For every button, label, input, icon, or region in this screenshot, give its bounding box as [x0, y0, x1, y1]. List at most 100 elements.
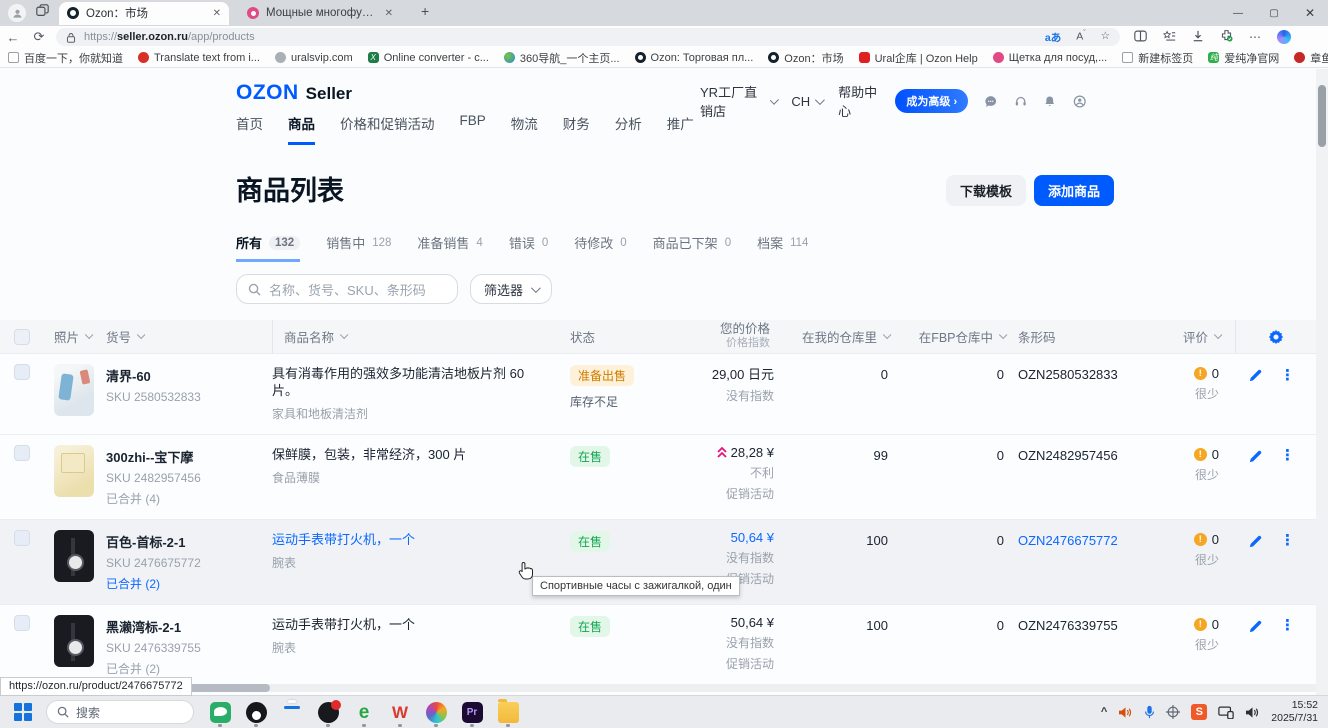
- notifications-bell-icon[interactable]: [1043, 93, 1056, 110]
- lock-icon[interactable]: [66, 32, 76, 43]
- edit-pencil-icon[interactable]: [1248, 368, 1263, 383]
- bookmark-item[interactable]: Translate text from i...: [138, 52, 260, 64]
- nav-prices-promos[interactable]: 价格和促销活动: [340, 113, 435, 145]
- row-checkbox[interactable]: [14, 364, 30, 380]
- filter-tab-archive[interactable]: 档案114: [757, 233, 808, 259]
- bookmark-item[interactable]: Ozon：市场: [768, 50, 843, 66]
- table-row[interactable]: 黑濑湾标-2-1SKU 2476339755已合并 (2) 运动手表带打火机，一…: [0, 604, 1316, 689]
- vertical-scrollbar-thumb[interactable]: [1318, 85, 1326, 147]
- bookmark-item[interactable]: Ozon: Торговая пл...: [635, 52, 754, 64]
- filter-tab-all[interactable]: 所有132: [236, 233, 300, 262]
- taskbar-qq-icon[interactable]: [244, 698, 268, 727]
- window-minimize-button[interactable]: —: [1220, 0, 1256, 26]
- table-settings-gear-icon[interactable]: [1235, 329, 1316, 345]
- account-icon[interactable]: [1073, 93, 1086, 110]
- window-maximize-button[interactable]: ▢: [1256, 0, 1292, 26]
- refresh-icon[interactable]: ⟳: [26, 29, 52, 45]
- column-stock[interactable]: 在我的仓库里: [774, 327, 892, 346]
- taskbar-wechat-icon[interactable]: [208, 698, 232, 727]
- taskbar-file-explorer-icon[interactable]: [496, 698, 520, 727]
- product-name-link[interactable]: 运动手表带打火机，一个: [272, 615, 570, 634]
- filter-tab-selling[interactable]: 销售中128: [326, 233, 391, 259]
- taskbar-clock[interactable]: 15:522025/7/31: [1271, 699, 1318, 725]
- nav-promotion[interactable]: 推广: [667, 113, 694, 145]
- filters-button[interactable]: 筛选器: [470, 274, 552, 304]
- row-menu-icon[interactable]: ⋮: [1280, 619, 1295, 633]
- table-row[interactable]: 300zhi--宝下摩SKU 2482957456已合并 (4) 保鲜膜，包装，…: [0, 434, 1316, 519]
- taskbar-wps-icon[interactable]: W: [388, 698, 412, 727]
- nav-logistics[interactable]: 物流: [511, 113, 538, 145]
- tray-input-method-icon[interactable]: [1166, 705, 1180, 719]
- bookmark-item[interactable]: uralsvip.com: [275, 52, 353, 64]
- taskbar-color-wheel-icon[interactable]: [424, 698, 448, 727]
- back-icon[interactable]: ←: [0, 30, 26, 45]
- add-product-button[interactable]: 添加商品: [1034, 175, 1114, 206]
- bookmark-item[interactable]: 章鱼AI: [1294, 50, 1328, 66]
- product-photo[interactable]: [54, 364, 94, 416]
- nav-products[interactable]: 商品: [288, 113, 315, 145]
- chat-icon[interactable]: [984, 93, 997, 110]
- column-article[interactable]: 货号: [106, 327, 272, 346]
- workspaces-icon[interactable]: [36, 4, 49, 22]
- taskbar-ie-icon[interactable]: e: [352, 698, 376, 727]
- tab-close-icon[interactable]: ✕: [385, 8, 393, 19]
- table-row[interactable]: 清界-60SKU 2580532833 具有消毒作用的强效多功能清洁地板片剂 6…: [0, 353, 1316, 434]
- downloads-icon[interactable]: [1192, 30, 1204, 45]
- translate-icon[interactable]: aあ: [1045, 30, 1061, 45]
- merged-label[interactable]: 已合并 (2): [106, 575, 272, 592]
- row-menu-icon[interactable]: ⋮: [1280, 534, 1295, 548]
- nav-finance[interactable]: 财务: [563, 113, 590, 145]
- product-photo[interactable]: [54, 445, 94, 497]
- browser-tab-active[interactable]: Ozon：市场 ✕: [59, 2, 229, 25]
- row-checkbox[interactable]: [14, 615, 30, 631]
- bookmark-item[interactable]: 新建标签页: [1122, 50, 1193, 66]
- split-screen-icon[interactable]: [1134, 30, 1147, 45]
- row-menu-icon[interactable]: ⋮: [1280, 369, 1295, 383]
- nav-analytics[interactable]: 分析: [615, 113, 642, 145]
- ozon-seller-logo[interactable]: OZONSeller: [236, 81, 352, 105]
- bookmark-item[interactable]: 纯爱纯净官网: [1208, 50, 1279, 66]
- bookmark-item[interactable]: Ural企库 | Ozon Help: [859, 50, 978, 66]
- tray-volume-icon[interactable]: [1118, 706, 1133, 719]
- column-name[interactable]: 商品名称: [272, 327, 570, 346]
- vertical-scrollbar[interactable]: [1316, 69, 1328, 695]
- column-fbp[interactable]: 在FBP仓库中: [892, 327, 1008, 346]
- filter-tab-unlisted[interactable]: 商品已下架0: [653, 233, 731, 259]
- filter-tab-errors[interactable]: 错误0: [509, 233, 548, 259]
- price-value[interactable]: 50,64 ¥: [702, 530, 774, 545]
- tab-close-icon[interactable]: ✕: [213, 8, 221, 19]
- start-button[interactable]: [14, 703, 32, 721]
- column-rating[interactable]: 评价: [1158, 327, 1235, 346]
- favorite-star-icon[interactable]: ☆: [1101, 30, 1110, 45]
- promo-link[interactable]: 促销活动: [702, 485, 774, 502]
- tray-microphone-icon[interactable]: [1144, 705, 1155, 719]
- edit-pencil-icon[interactable]: [1248, 449, 1263, 464]
- row-menu-icon[interactable]: ⋮: [1280, 449, 1295, 463]
- tray-hidden-icons-chevron[interactable]: ^: [1101, 706, 1107, 718]
- bookmark-item[interactable]: Щетка для посуд,...: [993, 52, 1108, 64]
- product-name-link[interactable]: 运动手表带打火机，一个: [272, 530, 570, 549]
- product-name-link[interactable]: 保鲜膜，包装，非常经济，300 片: [272, 445, 570, 464]
- taskbar-premiere-icon[interactable]: Pr: [460, 698, 484, 727]
- merged-label[interactable]: 已合并 (4): [106, 490, 272, 507]
- browser-menu-icon[interactable]: ⋯: [1249, 30, 1261, 44]
- help-center-link[interactable]: 帮助中心: [838, 82, 879, 120]
- language-selector[interactable]: CH: [791, 94, 822, 109]
- edit-pencil-icon[interactable]: [1248, 619, 1263, 634]
- promo-link[interactable]: 促销活动: [702, 655, 774, 672]
- favorites-bar-icon[interactable]: [1163, 30, 1176, 45]
- store-selector[interactable]: YR工厂直销店: [700, 82, 775, 120]
- product-photo[interactable]: [54, 615, 94, 667]
- product-name-link[interactable]: 具有消毒作用的强效多功能清洁地板片剂 60 片。: [272, 364, 570, 400]
- row-checkbox[interactable]: [14, 530, 30, 546]
- extensions-icon[interactable]: [1220, 29, 1233, 45]
- barcode-value[interactable]: OZN2476675772: [1008, 530, 1158, 548]
- select-all-checkbox[interactable]: [14, 329, 30, 345]
- filter-tab-to-fix[interactable]: 待修改0: [574, 233, 626, 259]
- bookmark-item[interactable]: 百度一下，你就知道: [8, 50, 123, 66]
- edit-pencil-icon[interactable]: [1248, 534, 1263, 549]
- taskbar-edge-icon-active[interactable]: [280, 698, 304, 709]
- bookmark-item[interactable]: 360导航_一个主页...: [504, 50, 620, 66]
- product-photo[interactable]: [54, 530, 94, 582]
- copilot-icon[interactable]: [1277, 30, 1291, 44]
